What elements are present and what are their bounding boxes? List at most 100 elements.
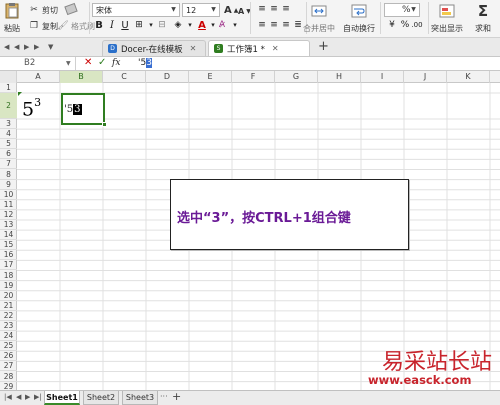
decimal-icon[interactable]: .00 xyxy=(411,19,423,32)
borders-icon[interactable]: ⊞ xyxy=(133,19,145,32)
row-header-20[interactable]: 20 xyxy=(0,291,17,301)
row-header-15[interactable]: 15 xyxy=(0,240,17,251)
row-header-9[interactable]: 9 xyxy=(0,180,17,190)
paste-button[interactable]: 粘贴 xyxy=(3,2,21,34)
row-header-16[interactable]: 16 xyxy=(0,250,17,261)
fill-color-icon[interactable]: ◈ xyxy=(172,19,184,32)
merge-cells-icon[interactable]: ⊟ xyxy=(156,19,168,32)
sheet-tab-sheet3[interactable]: Sheet3 xyxy=(122,391,158,405)
first-sheet-icon[interactable]: |◀ xyxy=(4,393,12,401)
cut-button[interactable]: ✂ 剪切 xyxy=(28,3,58,17)
tab-docer[interactable]: D Docer-在线模板 ✕ xyxy=(102,40,206,56)
row-header-8[interactable]: 8 xyxy=(0,170,17,180)
column-header-g[interactable]: G xyxy=(275,71,318,83)
row-header-18[interactable]: 18 xyxy=(0,271,17,281)
last-sheet-icon[interactable]: ▶| xyxy=(34,393,42,401)
column-header-b[interactable]: B xyxy=(60,71,103,83)
cell-b2-active[interactable]: '53 xyxy=(61,93,105,125)
underline-button[interactable]: U xyxy=(119,19,131,32)
sheet-tab-sheet1[interactable]: Sheet1 xyxy=(44,391,80,405)
row-header-6[interactable]: 6 xyxy=(0,149,17,160)
row-header-28[interactable]: 28 xyxy=(0,372,17,382)
percent-button[interactable]: % xyxy=(399,19,411,32)
row-header-19[interactable]: 19 xyxy=(0,281,17,291)
row-header-13[interactable]: 13 xyxy=(0,220,17,231)
formula-input[interactable]: '53 xyxy=(134,57,152,70)
row-header-17[interactable]: 17 xyxy=(0,260,17,271)
tab-workbook[interactable]: S 工作簿1 * ✕ xyxy=(208,40,310,56)
align-bottom-icon[interactable]: ≡ xyxy=(280,3,292,16)
clear-format-icon[interactable]: A̷ xyxy=(216,19,228,32)
row-header-24[interactable]: 24 xyxy=(0,331,17,342)
grow-font-button[interactable]: A ▲ xyxy=(224,3,238,17)
tab-nav-right-icon[interactable]: ▶ xyxy=(24,43,29,51)
row-header-1[interactable]: 1 xyxy=(0,83,17,93)
column-header-k[interactable]: K xyxy=(447,71,490,83)
align-right-icon[interactable]: ≡ xyxy=(280,19,292,32)
align-center-icon[interactable]: ≡ xyxy=(268,19,280,32)
column-header-a[interactable]: A xyxy=(17,71,60,83)
align-left-icon[interactable]: ≡ xyxy=(256,19,268,32)
tab-nav-right-icon[interactable]: ▶ xyxy=(34,43,39,51)
select-all-corner[interactable] xyxy=(0,71,17,83)
row-header-29[interactable]: 29 xyxy=(0,382,17,390)
row-header-12[interactable]: 12 xyxy=(0,210,17,220)
column-header-f[interactable]: F xyxy=(232,71,275,83)
tab-nav-left-icon[interactable]: ◀ xyxy=(14,43,19,51)
sheet-tab-sheet2[interactable]: Sheet2 xyxy=(83,391,119,405)
shrink-font-button[interactable]: A ▼ xyxy=(238,4,251,18)
row-header-26[interactable]: 26 xyxy=(0,351,17,362)
currency-icon[interactable]: ¥ xyxy=(386,19,398,32)
copy-button[interactable]: ❐ 复制 xyxy=(28,19,58,33)
row-header-3[interactable]: 3 xyxy=(0,119,17,130)
next-sheet-icon[interactable]: ▶ xyxy=(25,393,30,401)
prev-sheet-icon[interactable]: ◀ xyxy=(16,393,21,401)
column-header-e[interactable]: E xyxy=(189,71,232,83)
row-header-14[interactable]: 14 xyxy=(0,230,17,241)
column-header-h[interactable]: H xyxy=(318,71,361,83)
row-header-23[interactable]: 23 xyxy=(0,321,17,332)
chevron-down-icon[interactable]: ▼ xyxy=(66,60,71,67)
chevron-down-icon[interactable]: ▾ xyxy=(184,19,196,32)
more-sheets-button[interactable]: ··· xyxy=(160,392,168,401)
row-header-2[interactable]: 2 xyxy=(0,93,17,119)
row-header-10[interactable]: 10 xyxy=(0,190,17,200)
italic-button[interactable]: I xyxy=(106,19,118,32)
bold-button[interactable]: B xyxy=(93,19,105,32)
add-sheet-button[interactable]: + xyxy=(172,390,181,403)
close-icon[interactable]: ✕ xyxy=(272,44,279,53)
align-middle-icon[interactable]: ≡ xyxy=(268,3,280,16)
column-header-d[interactable]: D xyxy=(146,71,189,83)
close-icon[interactable]: ✕ xyxy=(190,44,197,53)
highlight-duplicates-button[interactable]: 突出显示 xyxy=(431,2,463,34)
sum-button[interactable]: Σ 求和 xyxy=(474,2,492,34)
wrap-text-button[interactable]: 自动换行 xyxy=(343,2,375,34)
row-header-25[interactable]: 25 xyxy=(0,341,17,352)
function-button[interactable]: fx xyxy=(112,58,120,68)
fill-handle[interactable] xyxy=(102,122,107,127)
tab-nav-left-icon[interactable]: ◀ xyxy=(4,43,9,51)
column-header-j[interactable]: J xyxy=(404,71,447,83)
align-top-icon[interactable]: ≡ xyxy=(256,3,268,16)
cancel-formula-icon[interactable]: ✕ xyxy=(84,57,92,68)
chevron-down-icon[interactable]: ▾ xyxy=(229,19,241,32)
tab-menu-icon[interactable]: ▼ xyxy=(48,43,53,51)
confirm-formula-icon[interactable]: ✓ xyxy=(98,57,106,68)
row-header-22[interactable]: 22 xyxy=(0,311,17,321)
merge-center-button[interactable]: 合并居中 xyxy=(303,2,335,34)
row-header-5[interactable]: 5 xyxy=(0,139,17,150)
font-name-select[interactable]: 宋体 ▼ xyxy=(92,3,180,17)
row-header-21[interactable]: 21 xyxy=(0,301,17,311)
row-header-4[interactable]: 4 xyxy=(0,129,17,140)
new-tab-button[interactable]: + xyxy=(318,39,329,54)
row-header-7[interactable]: 7 xyxy=(0,159,17,170)
name-box[interactable]: B2 xyxy=(0,57,76,70)
font-size-select[interactable]: 12 ▼ xyxy=(182,3,220,17)
format-painter-large[interactable] xyxy=(62,2,80,23)
column-header-i[interactable]: I xyxy=(361,71,404,83)
row-header-27[interactable]: 27 xyxy=(0,361,17,372)
cell-a2[interactable]: 53 xyxy=(22,96,41,120)
row-header-11[interactable]: 11 xyxy=(0,200,17,210)
percent-top[interactable]: % xyxy=(402,3,411,17)
column-header-c[interactable]: C xyxy=(103,71,146,83)
